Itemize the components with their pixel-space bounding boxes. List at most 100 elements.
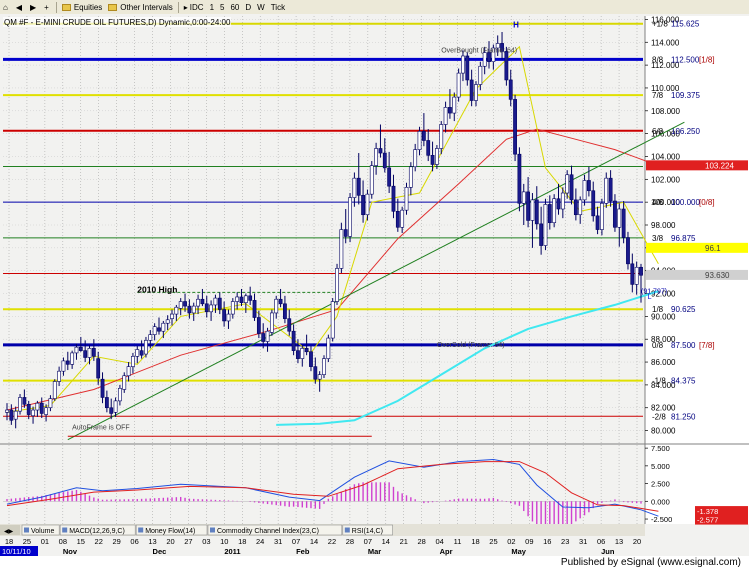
x-period-label: Mar: [368, 547, 381, 556]
interval-w[interactable]: W: [254, 1, 268, 14]
toolbar-label: 60: [230, 2, 240, 12]
candle-body: [118, 388, 122, 402]
candle-body: [526, 191, 530, 221]
murrey-label: 6/8: [652, 127, 664, 136]
interval-5[interactable]: 5: [217, 1, 227, 14]
candle-body: [634, 266, 639, 285]
candle-body: [443, 107, 448, 125]
price-marker-label: 103.224: [705, 161, 734, 170]
toolbar-label: Other Intervals: [120, 2, 173, 12]
candle-body: [39, 402, 44, 414]
interval-idc[interactable]: ▸ IDC: [181, 1, 207, 14]
x-tick-label: 29: [112, 537, 120, 546]
candle-body: [52, 381, 57, 399]
candle-body: [448, 107, 452, 114]
candle-body: [582, 180, 587, 201]
interval-tick[interactable]: Tick: [268, 1, 288, 14]
esignal-window: ⌂ ◀ ▶ + Equities Other Intervals ▸ IDC 1 5 60 D W Tic…: [0, 0, 749, 570]
nav-home-icon[interactable]: ⌂: [0, 1, 13, 14]
x-tick-label: 25: [489, 537, 497, 546]
candle-body: [256, 317, 261, 334]
equities-folder[interactable]: Equities: [59, 1, 105, 14]
arrow-icon: ▸: [183, 2, 188, 12]
candle-body: [313, 366, 318, 380]
murrey-value: 100.000: [671, 198, 700, 207]
macd-marker-label: -2.577: [697, 516, 718, 525]
indicator-tab-icon: [62, 527, 68, 533]
murrey-value: 84.375: [671, 377, 696, 386]
candle-body: [578, 199, 583, 216]
candle-body: [621, 208, 626, 238]
indicator-tab-label: Volume: [31, 528, 54, 535]
candle-body: [374, 148, 379, 166]
other-intervals-folder[interactable]: Other Intervals: [105, 1, 175, 14]
x-period-label: Feb: [296, 547, 310, 556]
x-tick-label: 15: [77, 537, 85, 546]
candle-body: [430, 155, 435, 165]
candle-body: [248, 295, 253, 301]
candle-body: [552, 198, 557, 224]
toolbar-label: D: [245, 2, 252, 12]
y-tick-label: 108.000: [651, 107, 680, 116]
x-tick-label: 28: [418, 537, 426, 546]
candle-body: [265, 330, 270, 342]
chart-annotation: (91.797): [641, 289, 667, 296]
candle-body: [139, 350, 144, 356]
murrey-value: 90.625: [671, 305, 696, 314]
x-tick-label: 22: [95, 537, 103, 546]
candle-body: [191, 305, 196, 314]
interval-d[interactable]: D: [242, 1, 254, 14]
interval-1[interactable]: 1: [207, 1, 217, 14]
candle-body: [478, 65, 483, 85]
x-tick-label: 09: [525, 537, 533, 546]
candle-body: [187, 305, 192, 314]
candle-body: [556, 198, 561, 210]
indicator-tab-label: Money Flow(14): [145, 528, 195, 535]
indicator-tab-label: RSI(14,C): [352, 528, 383, 535]
candle-body: [235, 296, 240, 302]
interval-60[interactable]: 60: [227, 1, 242, 14]
candle-body: [165, 319, 170, 324]
price-chart: 18 25 01 08 15 22 29 06 13 20 27 03 10 18 24 31 07 14 22 28…: [0, 14, 749, 556]
candle-body: [57, 370, 62, 382]
x-tick-label: 08: [59, 537, 67, 546]
candle-body: [630, 263, 635, 285]
x-period-label: May: [511, 547, 526, 556]
indicator-tab-label: MACD(12,26,9,C): [69, 528, 125, 535]
x-tick-label: 13: [148, 537, 156, 546]
macd-tick-label: -2.500: [651, 515, 672, 524]
x-tick-label: 31: [274, 537, 282, 546]
candle-body: [348, 197, 352, 237]
candle-body: [391, 185, 396, 212]
murrey-label: 0/8: [652, 341, 664, 350]
y-tick-label: 114.000: [651, 38, 680, 47]
x-period-label: Apr: [440, 547, 453, 556]
candle-body: [13, 410, 18, 420]
candle-body: [152, 326, 157, 335]
candle-body: [408, 166, 413, 188]
x-tick-label: 27: [184, 537, 192, 546]
x-tick-label: 07: [364, 537, 372, 546]
candle-body: [44, 407, 48, 415]
nav-forward-icon[interactable]: ▶: [27, 1, 41, 14]
candle-body: [204, 303, 209, 313]
add-icon[interactable]: +: [41, 1, 54, 14]
candle-body: [18, 397, 22, 412]
candle-body: [595, 215, 600, 230]
toolbar-label: Equities: [73, 2, 103, 12]
nav-back-icon: ◀: [15, 2, 22, 12]
candle-body: [109, 407, 114, 414]
candle-body: [304, 348, 309, 353]
toolbar-label: 1: [209, 2, 215, 12]
nav-forward-icon: ▶: [30, 2, 37, 12]
nav-back-icon[interactable]: ◀: [13, 1, 27, 14]
candle-body: [113, 400, 118, 413]
candle-body: [456, 72, 461, 98]
y-tick-label: 102.000: [651, 175, 680, 184]
candle-body: [239, 296, 244, 303]
candle-body: [243, 295, 248, 303]
candle-body: [573, 199, 578, 216]
candle-body: [70, 352, 75, 365]
x-tick-label: 18: [238, 537, 246, 546]
murrey-value: 109.375: [671, 91, 700, 100]
